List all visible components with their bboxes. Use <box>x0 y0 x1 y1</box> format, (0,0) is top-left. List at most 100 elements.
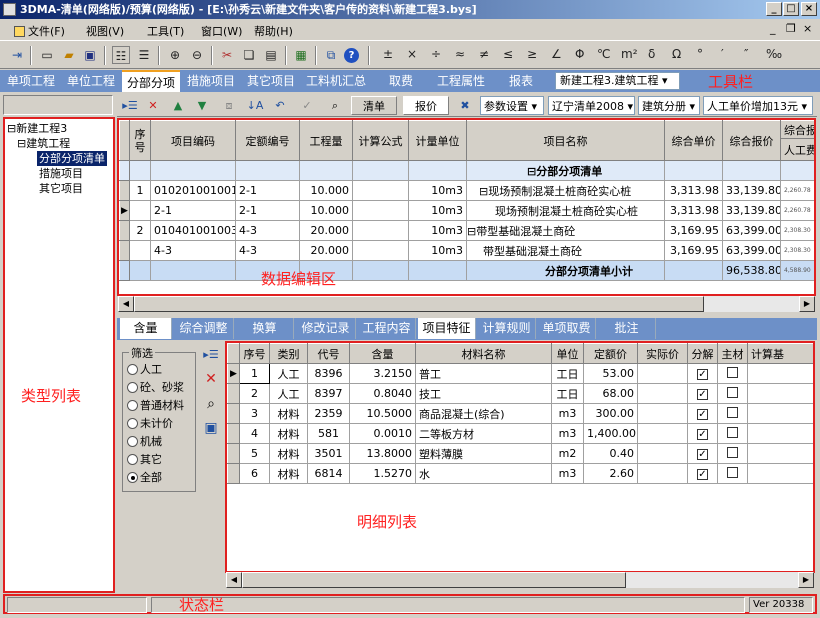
tab-content[interactable]: 含量 <box>120 318 172 339</box>
save-icon[interactable]: ▣ <box>201 418 221 438</box>
tree-node-measures[interactable]: 措施项目 <box>39 166 83 181</box>
phi-symbol-button[interactable]: Φ <box>575 47 584 61</box>
list-view-icon[interactable]: ☰ <box>135 46 153 64</box>
menu-file[interactable]: 文件(F) <box>14 23 65 39</box>
table-row[interactable]: 1 010201001001 2-1 10.000 10m3 ⊟现场预制混凝土桩… <box>119 180 814 201</box>
tab-fees[interactable]: 取费 <box>372 70 430 92</box>
not-equal-symbol-button[interactable]: ≠ <box>479 47 489 61</box>
insert-row-icon[interactable]: ▸☰ <box>120 96 140 115</box>
filter-all-radio[interactable]: 全部 <box>127 469 162 485</box>
split-checkbox[interactable]: ✓ <box>687 443 718 464</box>
tree-view-icon[interactable]: ☷ <box>112 46 130 64</box>
col-quota[interactable]: 定额编号 <box>235 120 300 161</box>
tree-node-building[interactable]: ⊟建筑工程 <box>17 136 70 151</box>
table-row[interactable]: 2 010401001003 4-3 20.000 10m3 ⊟带型基础混凝土商… <box>119 220 814 241</box>
col-seq[interactable]: 序号 <box>129 120 151 161</box>
project-select[interactable]: 新建工程3.建筑工程 ▾ <box>555 72 680 90</box>
tab-item-fees[interactable]: 单项取费 <box>538 318 596 339</box>
col-formula[interactable]: 计算公式 <box>352 120 409 161</box>
split-checkbox[interactable]: ✓ <box>687 403 718 424</box>
new-file-icon[interactable]: ▭ <box>38 46 56 64</box>
col-code[interactable]: 项目编码 <box>150 120 236 161</box>
tab-annotations[interactable]: 批注 <box>598 318 656 339</box>
filter-other-radio[interactable]: 其它 <box>127 451 162 467</box>
scroll-right-icon[interactable]: ▶ <box>799 296 815 312</box>
top-grid-hscrollbar[interactable]: ◀ ▶ <box>118 296 815 312</box>
category-select[interactable]: 建筑分册 ▾ <box>638 96 700 115</box>
table-row[interactable]: ▶ 2-1 2-1 10.000 10m3 现场预制混凝土桩商砼实心桩 3,31… <box>119 200 814 221</box>
scroll-left-icon[interactable]: ◀ <box>226 572 242 588</box>
copy-icon[interactable]: ❏ <box>240 46 258 64</box>
paste-icon[interactable]: ▤ <box>262 46 280 64</box>
col-extra[interactable]: 综合报 <box>780 120 814 139</box>
find-icon[interactable]: ⌕ <box>325 96 345 115</box>
col-main-material[interactable]: 主材 <box>717 343 748 364</box>
col-calc-base[interactable]: 计算基 <box>747 343 813 364</box>
qingdan-button[interactable]: 清单 <box>351 96 397 115</box>
col-qty[interactable]: 工程量 <box>299 120 353 161</box>
plus-minus-symbol-button[interactable]: ± <box>383 47 393 61</box>
divide-symbol-button[interactable]: ÷ <box>431 47 441 61</box>
table-row[interactable]: 2 人工 8397 0.8040 技工 工日 68.00 ✓ <box>227 383 813 404</box>
find-icon[interactable]: ⌕ <box>201 394 221 414</box>
mdi-restore-icon[interactable]: ❐ <box>786 22 796 35</box>
col-total[interactable]: 综合报价 <box>722 120 781 161</box>
tree-node-others[interactable]: 其它项目 <box>39 181 83 196</box>
main-material-checkbox[interactable] <box>717 383 748 404</box>
maximize-button[interactable]: □ <box>783 2 799 16</box>
less-equal-symbol-button[interactable]: ≤ <box>503 47 513 61</box>
move-down-icon[interactable]: ▼ <box>193 96 211 115</box>
table-row[interactable]: 3 材料 2359 10.5000 商品混凝土(综合) m3 300.00 ✓ <box>227 403 813 424</box>
celsius-symbol-button[interactable]: ℃ <box>597 47 610 61</box>
detail-grid-hscrollbar[interactable]: ◀ ▶ <box>226 572 814 588</box>
table-row[interactable]: ▶ 1 人工 8396 3.2150 普工 工日 53.00 ✓ <box>227 363 813 384</box>
tab-work-content[interactable]: 工程内容 <box>358 318 416 339</box>
exit-icon[interactable]: ⇥ <box>8 46 26 64</box>
baojia-button[interactable]: 报价 <box>403 96 449 115</box>
col-labor[interactable]: 人工费 <box>780 138 814 161</box>
close-button[interactable]: × <box>801 2 817 16</box>
greater-equal-symbol-button[interactable]: ≥ <box>527 47 537 61</box>
insert-row-icon[interactable]: ▸☰ <box>201 345 221 365</box>
tab-unit-project[interactable]: 单位工程 <box>62 70 120 92</box>
col-unit-price[interactable]: 综合单价 <box>664 120 723 161</box>
second-symbol-button[interactable]: ″ <box>744 47 748 61</box>
permille-symbol-button[interactable]: ‰ <box>766 47 782 61</box>
split-checkbox[interactable]: ✓ <box>687 463 718 484</box>
help-icon[interactable]: ? <box>344 48 359 63</box>
tools-icon[interactable]: ✖ <box>456 96 474 115</box>
tab-measure-items[interactable]: 措施项目 <box>182 70 240 92</box>
col-quota-price[interactable]: 定额价 <box>583 343 638 364</box>
mdi-minimize-icon[interactable]: _ <box>770 22 776 35</box>
tab-change-log[interactable]: 修改记录 <box>296 318 356 339</box>
calculator-icon[interactable]: ▦ <box>292 46 310 64</box>
col-actual-price[interactable]: 实际价 <box>637 343 688 364</box>
table-row[interactable]: 4-3 4-3 20.000 10m3 带型基础混凝土商砼 3,169.95 6… <box>119 240 814 261</box>
tab-single-project[interactable]: 单项工程 <box>2 70 60 92</box>
scroll-right-icon[interactable]: ▶ <box>798 572 814 588</box>
scroll-thumb[interactable] <box>134 296 704 312</box>
filter-unpriced-radio[interactable]: 未计价 <box>127 415 173 431</box>
col-type[interactable]: 类别 <box>269 343 308 364</box>
zoom-out-icon[interactable]: ⊖ <box>188 46 206 64</box>
tab-other-items[interactable]: 其它项目 <box>242 70 300 92</box>
check-icon[interactable]: ✓ <box>297 96 317 115</box>
col-code[interactable]: 代号 <box>307 343 350 364</box>
omega-symbol-button[interactable]: Ω <box>672 47 681 61</box>
cut-icon[interactable]: ✂ <box>218 46 236 64</box>
structure-icon[interactable]: ⧈ <box>219 96 239 115</box>
tree-node-division-list[interactable]: 分部分项清单 <box>37 151 107 166</box>
tab-reports[interactable]: 报表 <box>492 70 550 92</box>
filter-concrete-radio[interactable]: 砼、砂浆 <box>127 379 184 395</box>
table-row[interactable]: ⊟分部分项清单 <box>119 160 814 181</box>
menu-view[interactable]: 视图(V) <box>86 23 124 39</box>
col-amount[interactable]: 含量 <box>349 343 416 364</box>
region-select[interactable]: 辽宁清单2008 ▾ <box>548 96 635 115</box>
main-material-checkbox[interactable] <box>717 443 748 464</box>
save-icon[interactable]: ▣ <box>81 46 99 64</box>
square-meter-symbol-button[interactable]: m² <box>621 47 638 61</box>
approx-symbol-button[interactable]: ≈ <box>455 47 465 61</box>
minute-symbol-button[interactable]: ′ <box>721 47 724 61</box>
main-material-checkbox[interactable] <box>717 463 748 484</box>
window-icon[interactable]: ⧉ <box>322 46 340 64</box>
